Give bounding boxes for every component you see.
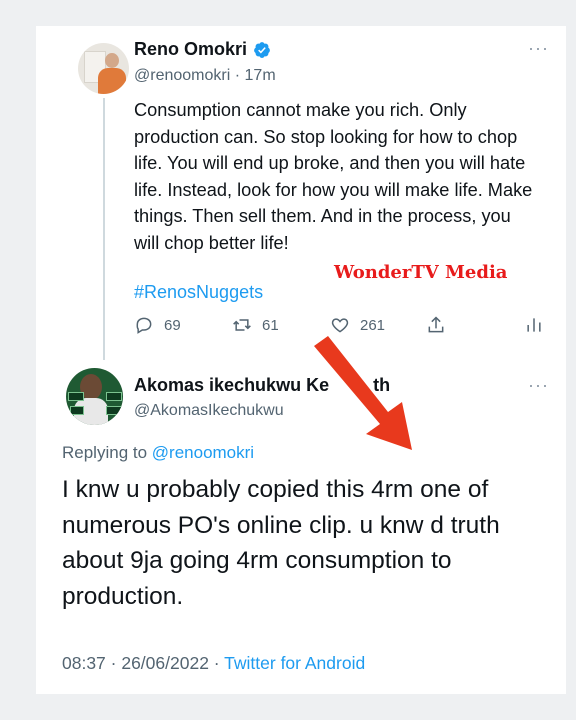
author-handle-time: @renoomokri · 17m [134, 67, 276, 85]
reply-author-name-part: Akomas ikechukwu Ke [134, 375, 330, 395]
reply-source-link[interactable]: Twitter for Android [224, 653, 365, 673]
analytics-button[interactable] [524, 315, 544, 335]
red-arrow-annotation [314, 336, 412, 450]
watermark-text: WonderTV Media [334, 262, 508, 283]
hashtag-link[interactable]: #RenosNuggets [134, 282, 263, 303]
share-icon [428, 316, 444, 333]
avatar-akomas-ikechukwu[interactable] [66, 368, 123, 425]
reply-icon [136, 317, 152, 334]
verified-badge-icon [254, 41, 270, 58]
analytics-icon [527, 318, 541, 332]
reply-author-handle[interactable]: @AkomasIkechukwu [134, 402, 284, 420]
reply-body: I knw u probably copied this 4rm one of … [62, 476, 500, 610]
like-button[interactable]: 261 [330, 315, 385, 335]
retweet-button[interactable]: 61 [232, 315, 279, 335]
tweet-thread-card: Reno Omokri @renoomokri · 17m ··· Consum… [36, 26, 566, 694]
tweet-body: Consumption cannot make you rich. Only p… [134, 100, 533, 253]
like-icon [331, 318, 349, 333]
replying-to-line: Replying to @renoomokri [62, 443, 254, 463]
share-button[interactable] [426, 315, 446, 335]
author-display-name[interactable]: Reno Omokri [134, 39, 247, 60]
like-count: 261 [360, 316, 386, 334]
dot-separator: · [234, 67, 245, 84]
reply-metadata: 08:37 · 26/06/2022 · Twitter for Android [62, 653, 365, 674]
reply-date-time[interactable]: 08:37 · 26/06/2022 · [62, 653, 224, 673]
retweet-icon [233, 319, 251, 331]
tweet-time[interactable]: 17m [245, 67, 276, 84]
replying-to-handle-link[interactable]: @renoomokri [152, 443, 254, 462]
reply-more-options-icon[interactable]: ··· [528, 375, 549, 396]
author-handle[interactable]: @renoomokri [134, 67, 230, 84]
replying-to-prefix: Replying to [62, 443, 152, 462]
thread-connector-line [103, 98, 105, 360]
retweet-count: 61 [262, 316, 279, 334]
more-options-icon[interactable]: ··· [528, 38, 549, 59]
avatar-reno-omokri[interactable] [78, 43, 129, 94]
reply-button[interactable]: 69 [134, 315, 181, 335]
author-row: Reno Omokri [134, 39, 271, 60]
reply-count: 69 [164, 316, 181, 334]
